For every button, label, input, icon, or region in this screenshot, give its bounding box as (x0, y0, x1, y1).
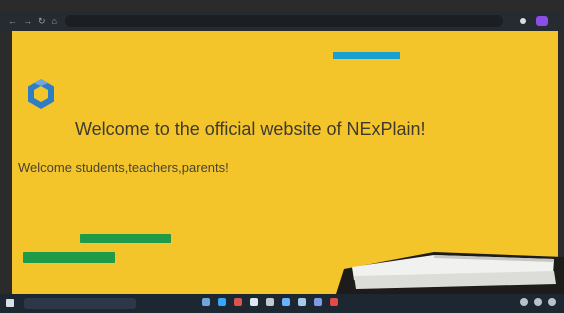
taskbar-search[interactable] (24, 298, 136, 309)
browser-toolbar: ← → ↻ ⌂ (0, 11, 564, 31)
subtitle: Welcome students,teachers,parents! (18, 160, 229, 175)
browser-icon[interactable] (218, 298, 226, 306)
extension-icon[interactable] (520, 18, 526, 24)
address-bar[interactable] (64, 15, 503, 27)
settings-icon[interactable] (266, 298, 274, 306)
home-icon[interactable]: ⌂ (52, 16, 57, 27)
primary-action-button[interactable] (80, 234, 171, 243)
secondary-action-button[interactable] (23, 252, 115, 263)
app-icon[interactable] (298, 298, 306, 306)
system-tray (520, 298, 556, 306)
volume-icon[interactable] (534, 298, 542, 306)
app-icon[interactable] (314, 298, 322, 306)
windows-icon[interactable] (6, 299, 14, 307)
top-link-button[interactable] (333, 52, 400, 59)
hero-title: Welcome to the official website of NExPl… (75, 119, 426, 139)
profile-icon[interactable] (536, 16, 548, 26)
reload-icon[interactable]: ↻ (38, 16, 46, 27)
forward-icon[interactable]: → (23, 16, 32, 27)
book-illustration (336, 252, 564, 294)
app-icon[interactable] (330, 298, 338, 306)
network-icon[interactable] (520, 298, 528, 306)
file-explorer-icon[interactable] (202, 298, 210, 306)
mail-icon[interactable] (250, 298, 258, 306)
back-icon[interactable]: ← (8, 16, 17, 27)
logo-icon (28, 79, 54, 109)
store-icon[interactable] (234, 298, 242, 306)
taskbar-apps (202, 298, 338, 306)
app-icon[interactable] (282, 298, 290, 306)
taskbar (0, 294, 564, 313)
browser-nav-icons: ← → ↻ ⌂ (8, 16, 57, 27)
notification-icon[interactable] (548, 298, 556, 306)
